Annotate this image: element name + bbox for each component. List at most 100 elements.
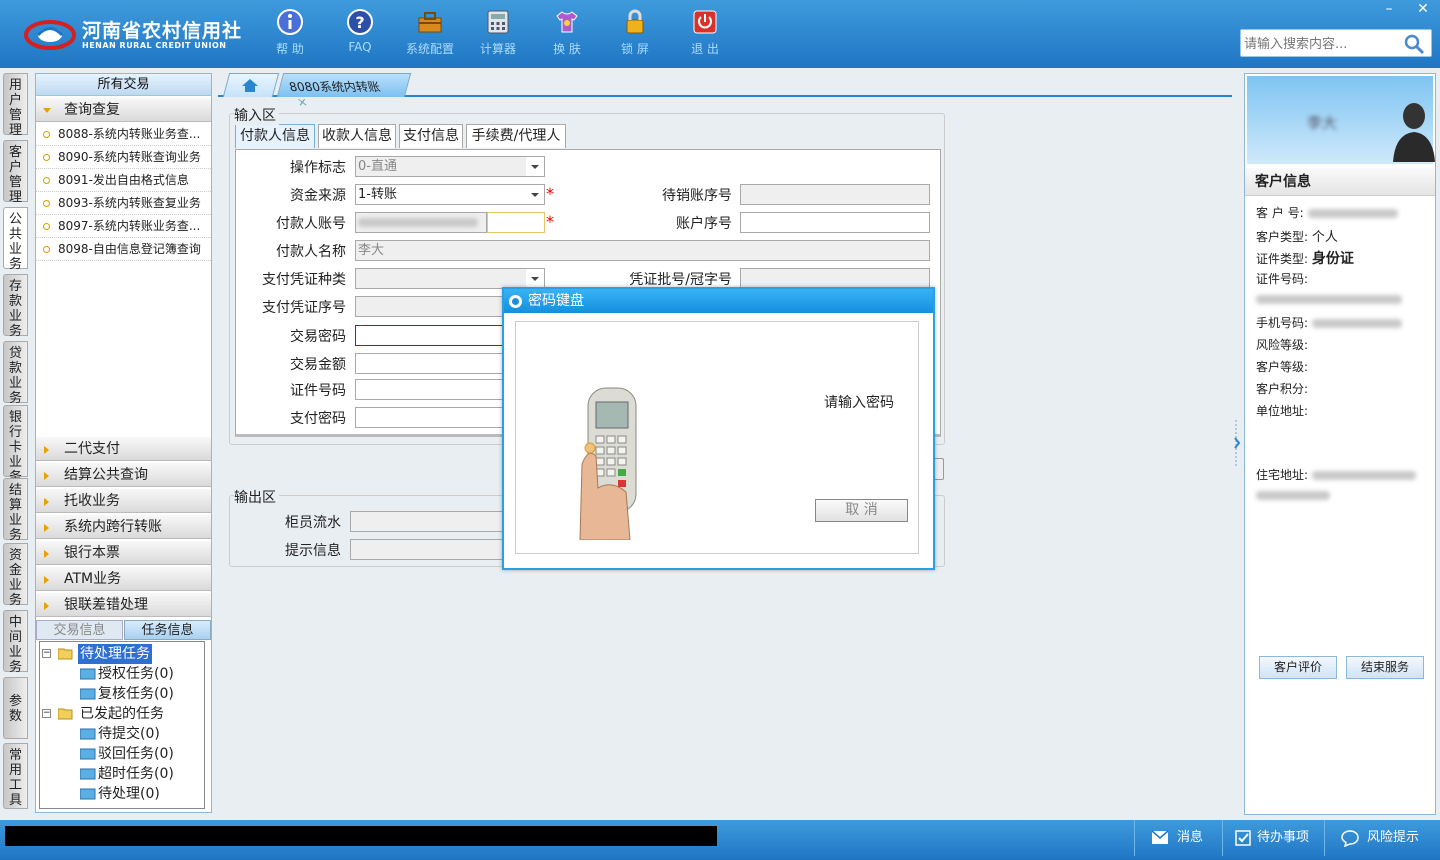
folder-icon [80, 788, 96, 800]
voucher-type-select[interactable] [355, 268, 545, 289]
folder-open-icon [58, 648, 73, 660]
nav-group-2nd-gen-payment[interactable]: 二代支付 [36, 436, 211, 461]
nav-subtabs: 交易信息 任务信息 [36, 620, 211, 640]
chevron-right-icon [44, 472, 49, 480]
todo-button[interactable]: 待办事项 [1222, 820, 1324, 856]
tree-node-label: 超时任务(0) [98, 766, 174, 782]
nav-item-8091[interactable]: 8091-发出自由格式信息 [36, 169, 211, 192]
op-flag-value: 0-直通 [358, 159, 397, 174]
nav-group-atm[interactable]: ATM业务 [36, 566, 211, 591]
tab-8080-transfer[interactable]: 8080系统内转账 × [276, 73, 412, 109]
folder-icon [80, 688, 96, 700]
vtab-tools[interactable]: 常用工具 [3, 743, 28, 809]
label-pay-password: 支付密码 [290, 411, 346, 427]
voucher-batch-field[interactable] [740, 268, 930, 289]
exit-button[interactable]: 退 出 [673, 8, 737, 60]
risk-alert-button[interactable]: 风险提示 [1324, 820, 1440, 856]
redacted-value [1307, 209, 1398, 218]
subtab-transaction-info[interactable]: 交易信息 [36, 620, 123, 640]
acct-seq-field[interactable] [740, 212, 930, 233]
folder-icon [80, 748, 96, 760]
nav-item-label: 8091-发出自由格式信息 [58, 173, 189, 187]
label-acct-seq: 账户序号 [676, 216, 732, 232]
nav-item-label: 8090-系统内转账查询业务 [58, 150, 201, 164]
chevron-down-icon [43, 108, 51, 113]
hint-field[interactable] [350, 539, 510, 560]
faq-button[interactable]: ? FAQ [328, 8, 392, 60]
vtab-loan[interactable]: 贷款业务 [3, 341, 28, 406]
close-icon: ✕ [1417, 1, 1429, 17]
vtab-funds[interactable]: 资金业务 [3, 543, 28, 608]
nav-group-collection[interactable]: 托收业务 [36, 488, 211, 513]
vtab-customer-mgmt[interactable]: 客户管理 [3, 140, 28, 205]
nav-group-cashier-cheque[interactable]: 银行本票 [36, 540, 211, 565]
help-button[interactable]: 帮 助 [258, 8, 322, 60]
change-skin-button[interactable]: 换 肤 [535, 8, 599, 60]
cancel-button[interactable]: 取 消 [815, 499, 908, 522]
home-tab[interactable] [222, 73, 280, 97]
search-input[interactable] [1244, 35, 1404, 53]
vtab-user-mgmt[interactable]: 用户管理 [3, 73, 28, 138]
messages-label: 消息 [1177, 830, 1204, 845]
nav-group-settlement-query[interactable]: 结算公共查询 [36, 462, 211, 487]
svg-text:?: ? [355, 13, 364, 32]
status-message-area [5, 826, 717, 846]
password-keypad-dialog: 密码键盘 请输入密码 取 消 [502, 287, 935, 570]
teller-flow-field[interactable] [350, 511, 510, 532]
tree-node-label: 待处理任务 [78, 644, 152, 664]
payer-account-suffix-field[interactable] [487, 212, 545, 233]
logo-title-en: HENAN RURAL CREDIT UNION [82, 41, 227, 50]
info-icon [277, 9, 303, 35]
nav-item-8097[interactable]: 8097-系统内转账业务查... [36, 215, 211, 238]
vtab-settlement[interactable]: 结算业务 [3, 478, 28, 543]
tab-payee-info[interactable]: 收款人信息 [318, 124, 396, 148]
fund-source-select[interactable]: 1-转账 [355, 184, 545, 205]
close-window-button[interactable]: ✕ [1406, 0, 1440, 20]
vtab-intermediary[interactable]: 中间业务 [3, 610, 28, 675]
nav-group-interbank-transfer[interactable]: 系统内跨行转账 [36, 514, 211, 539]
payer-account-field[interactable] [355, 212, 487, 233]
chevron-right-icon [44, 524, 49, 532]
op-flag-select[interactable]: 0-直通 [355, 156, 545, 177]
unit-addr-label: 单位地址: [1256, 404, 1309, 418]
input-area-title: 输入区 [234, 105, 279, 125]
tab-payment-info[interactable]: 支付信息 [399, 124, 463, 148]
vtab-deposit[interactable]: 存款业务 [3, 274, 28, 339]
vtab-bank-card[interactable]: 银行卡业务 [3, 405, 28, 485]
nav-group-query[interactable]: 查询查复 [36, 97, 211, 122]
required-mark: * [546, 212, 554, 231]
vtab-params[interactable]: 参数 [3, 677, 28, 739]
cust-type-value: 个人 [1311, 230, 1338, 245]
payer-name-field[interactable]: 李大 [355, 240, 930, 261]
end-service-button[interactable]: 结束服务 [1346, 656, 1424, 679]
vtab-public-business[interactable]: 公共业务 [3, 207, 28, 272]
redacted-value [358, 218, 478, 227]
vtab-label: 资金业务 [8, 548, 22, 608]
calculator-button[interactable]: 计算器 [466, 8, 530, 60]
system-config-button[interactable]: 系统配置 [398, 8, 462, 60]
nav-item-8090[interactable]: 8090-系统内转账查询业务 [36, 146, 211, 169]
tree-node-label: 授权任务(0) [98, 666, 174, 682]
tab-fee-agent[interactable]: 手续费/代理人 [466, 124, 566, 148]
home-addr-label: 住宅地址: [1256, 468, 1309, 482]
vtab-label: 公共业务 [8, 212, 22, 272]
tab-payer-info[interactable]: 付款人信息 [235, 124, 315, 148]
minimize-button[interactable]: – [1372, 0, 1406, 20]
lock-screen-button[interactable]: 锁 屏 [603, 8, 667, 60]
label-voucher-seq: 支付凭证序号 [262, 300, 346, 316]
customer-rating-button[interactable]: 客户评价 [1259, 656, 1337, 679]
vtab-label: 中间业务 [8, 615, 22, 675]
pending-seq-field[interactable] [740, 184, 930, 205]
collapse-right-panel-handle[interactable] [1233, 420, 1241, 466]
nav-item-8088[interactable]: 8088-系统内转账业务查... [36, 123, 211, 146]
nav-group-label: 系统内跨行转账 [64, 519, 162, 535]
subtab-task-info[interactable]: 任务信息 [124, 620, 211, 640]
nav-item-8098[interactable]: 8098-自由信息登记簿查询 [36, 238, 211, 261]
nav-item-8093[interactable]: 8093-系统内转账查复业务 [36, 192, 211, 215]
messages-button[interactable]: 消息 [1134, 820, 1222, 856]
envelope-icon [1151, 830, 1169, 844]
search-icon[interactable] [1403, 33, 1425, 55]
redacted-value [1256, 491, 1330, 500]
nav-group-unionpay-error[interactable]: 银联差错处理 [36, 592, 211, 617]
change-skin-label: 换 肤 [553, 42, 581, 56]
